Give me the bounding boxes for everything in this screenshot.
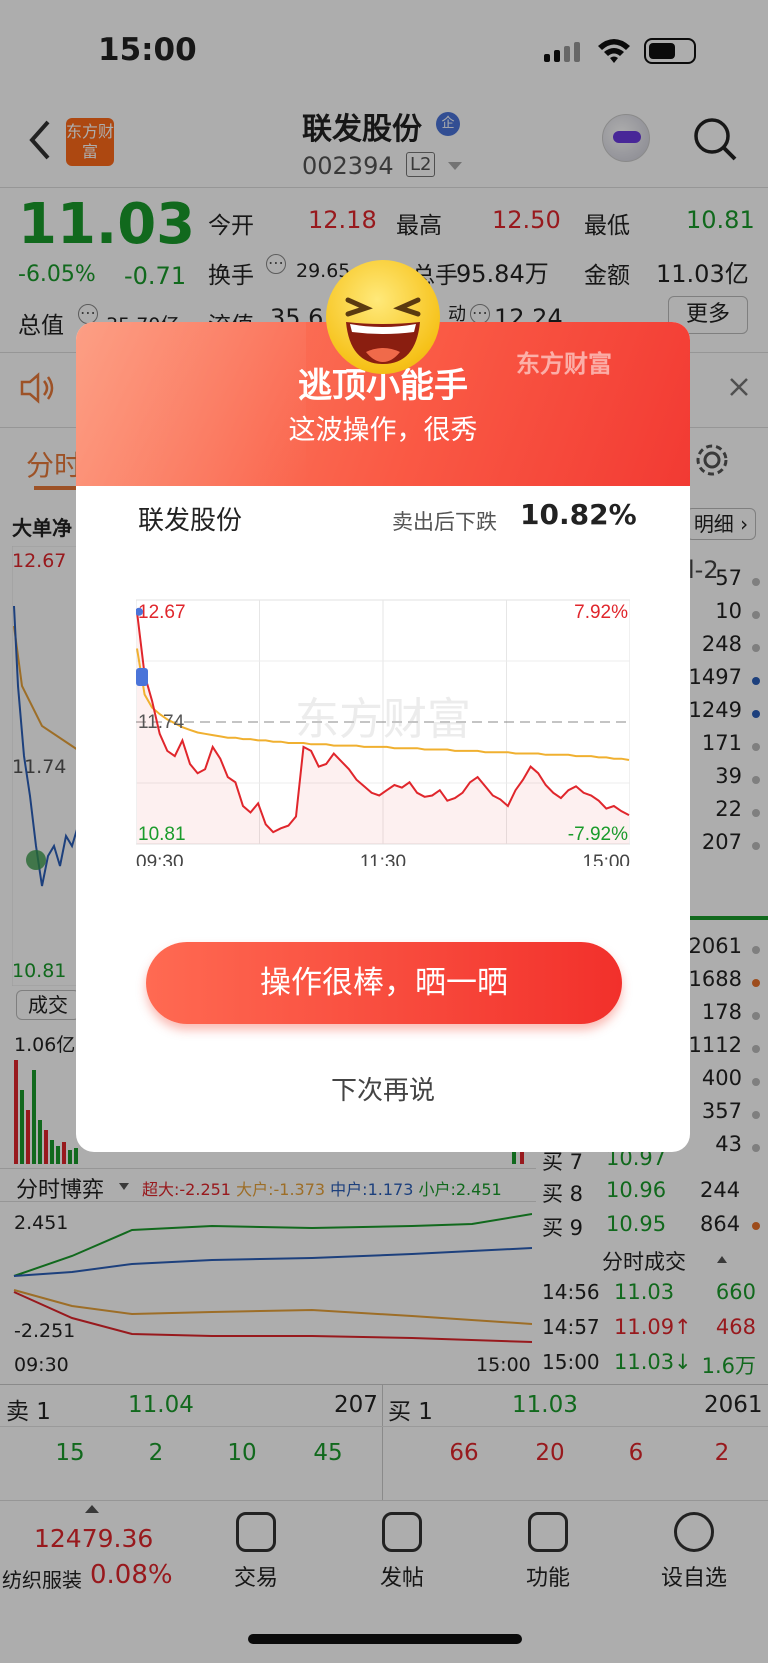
share-button[interactable]: 操作很棒，晒一晒 xyxy=(146,942,622,1024)
drop-label: 卖出后下跌 xyxy=(392,510,497,534)
chart-pct-top: 7.92% xyxy=(574,602,628,623)
modal-stock-name: 联发股份 xyxy=(138,506,243,536)
chart-watermark: 东方财富 xyxy=(295,695,471,744)
chart-pct-bottom: -7.92% xyxy=(568,824,628,845)
chart-y-bottom: 10.81 xyxy=(138,824,186,845)
drop-value: 10.82% xyxy=(520,498,637,531)
achievement-modal: 东方财富 逃顶小能手 这波操作，很秀 联发股份 卖出后下跌 10.82% 东方财… xyxy=(76,322,690,1152)
sell-chart: 东方财富 12.67 11.74 10.81 7.92% -7.92% 09:30 11:30… xyxy=(136,599,630,866)
modal-subtitle: 这波操作，很秀 xyxy=(288,415,478,446)
chart-x-start: 09:30 xyxy=(136,852,184,866)
laughing-emoji-icon xyxy=(326,260,440,374)
chart-x-end: 15:00 xyxy=(582,852,630,866)
sell-marker xyxy=(136,668,148,686)
chart-x-mid: 11:30 xyxy=(360,852,406,866)
chart-y-mid: 11.74 xyxy=(138,712,185,733)
chart-y-top: 12.67 xyxy=(138,602,186,623)
later-button[interactable]: 下次再说 xyxy=(76,1070,690,1107)
